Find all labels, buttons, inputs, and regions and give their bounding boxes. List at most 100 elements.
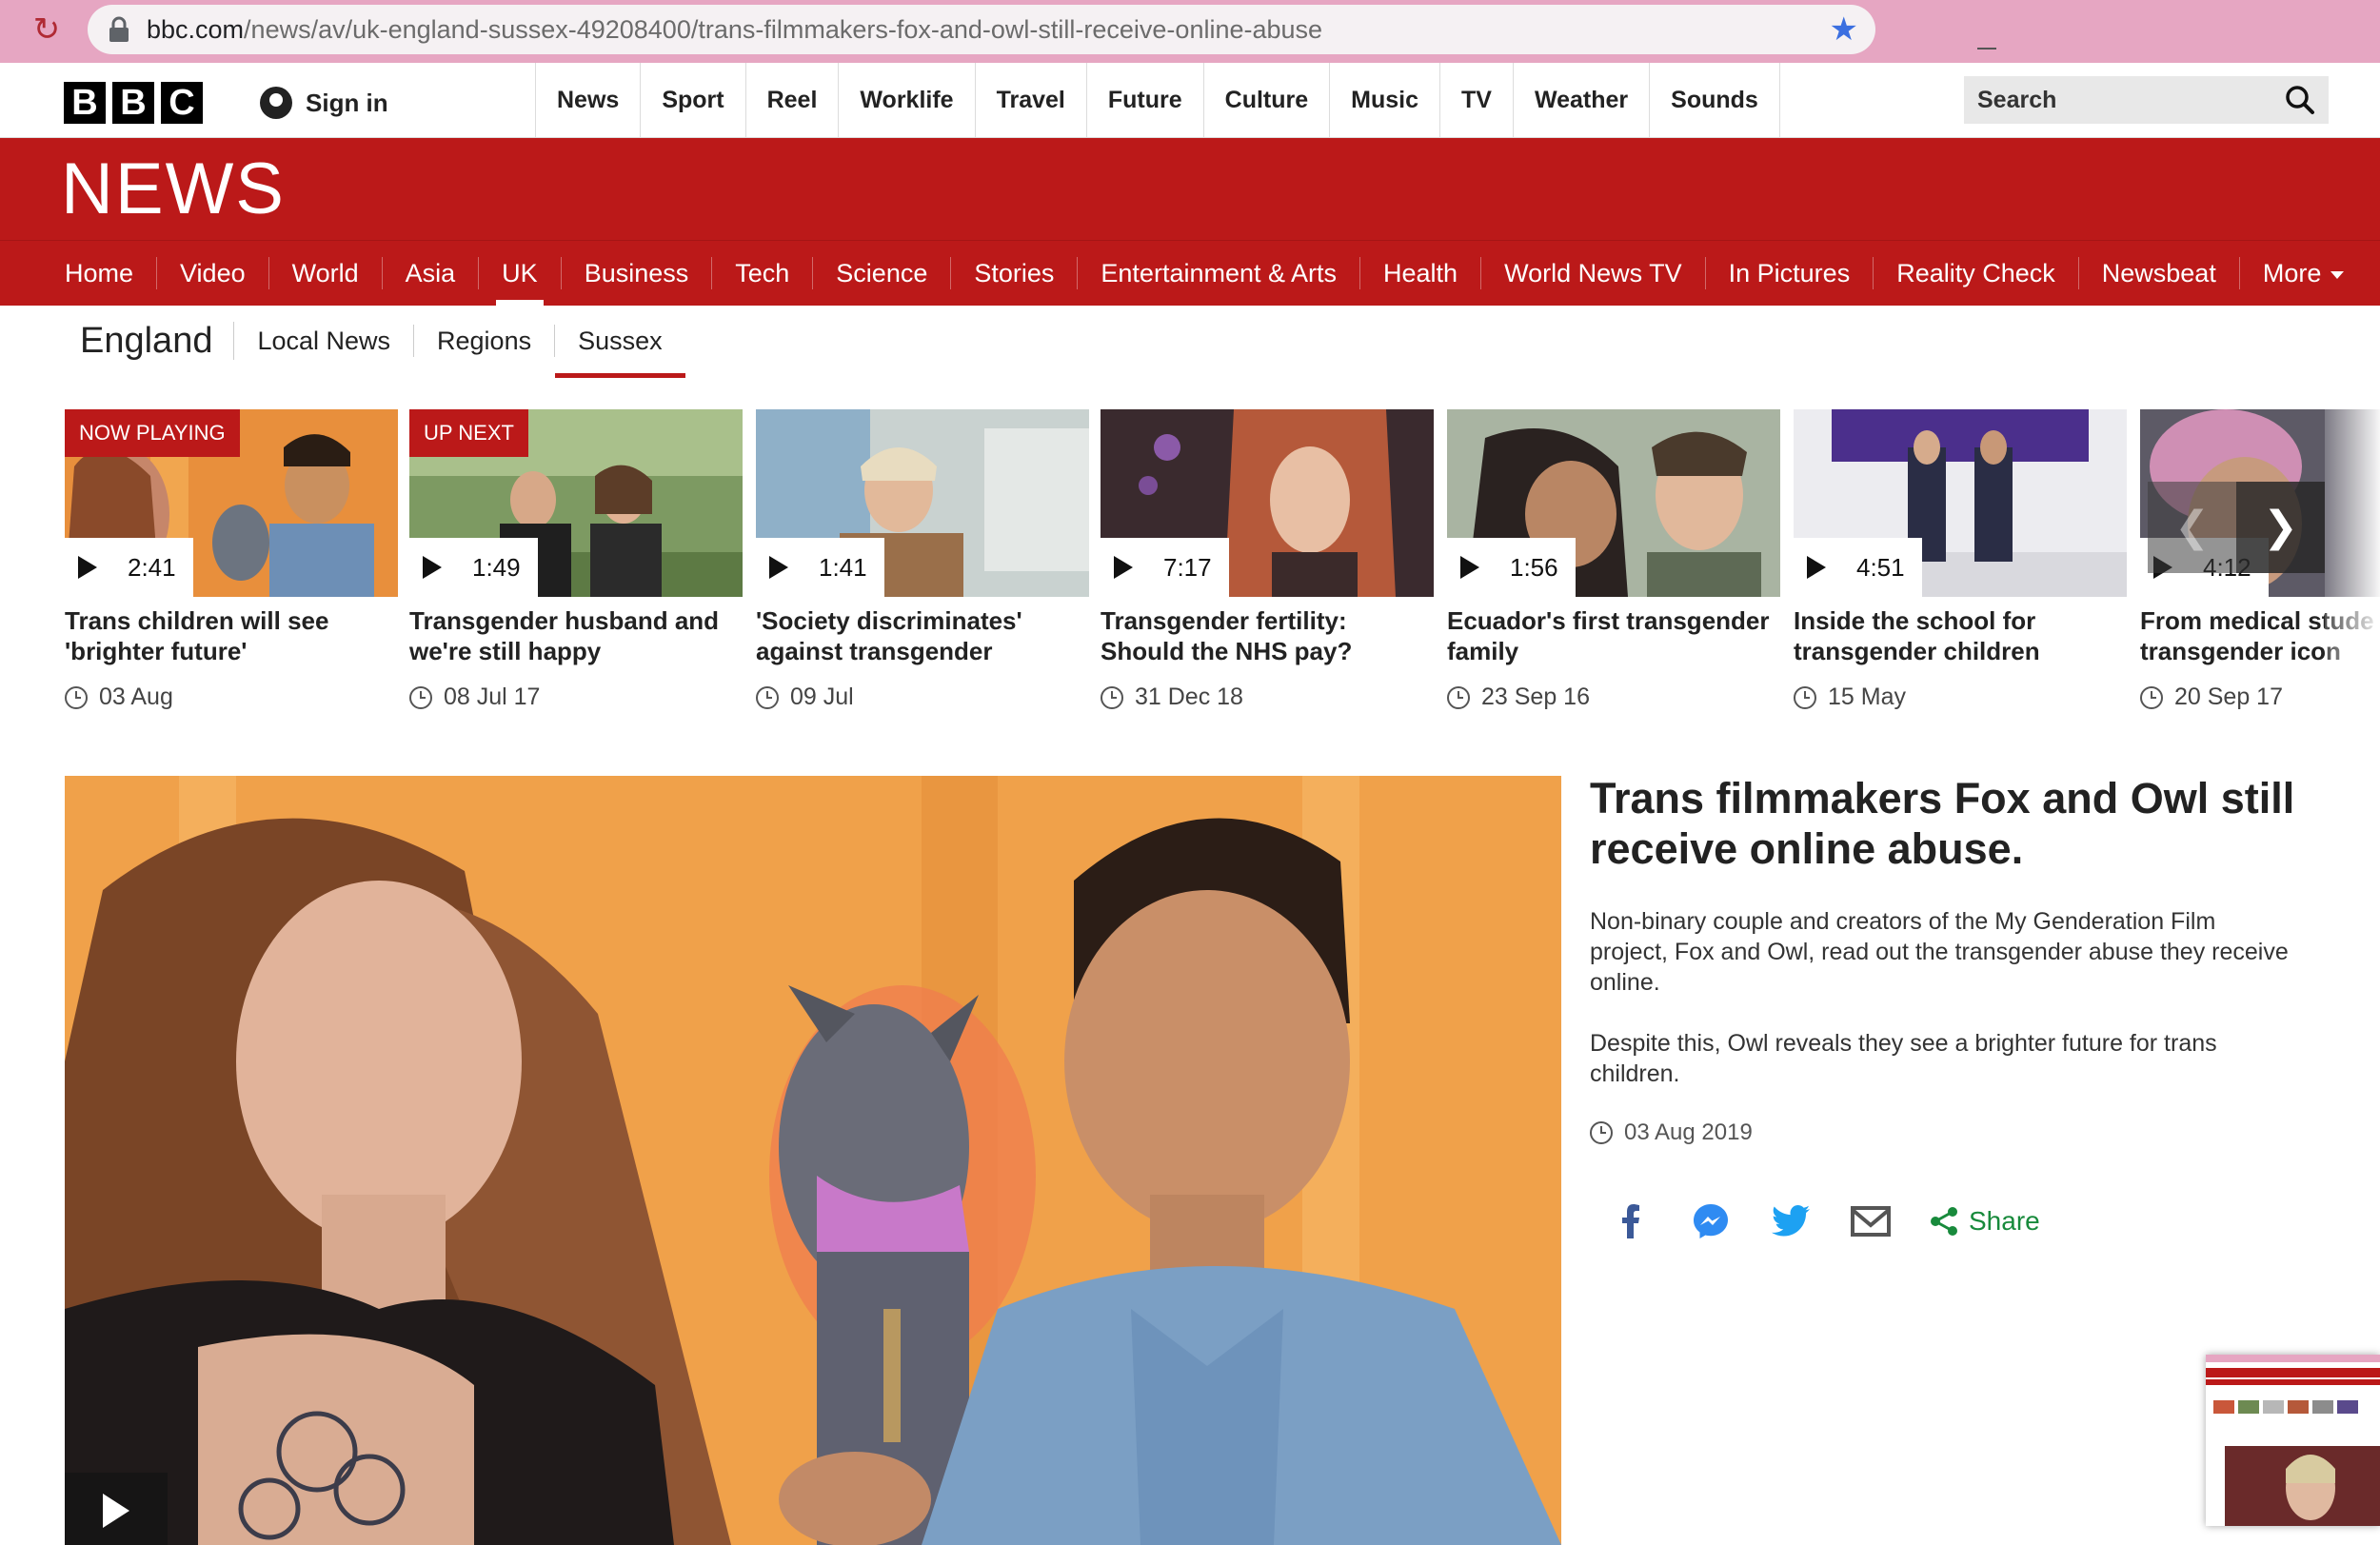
video-date-text: 31 Dec 18 bbox=[1135, 683, 1243, 710]
section-nav-more[interactable]: More bbox=[2240, 257, 2368, 289]
section-nav-business[interactable]: Business bbox=[562, 257, 713, 289]
carousel-prev-button[interactable]: ❮ bbox=[2148, 482, 2236, 573]
share-label: Share bbox=[1969, 1206, 2040, 1236]
sub-nav-sussex[interactable]: Sussex bbox=[555, 325, 685, 378]
global-nav-travel[interactable]: Travel bbox=[976, 63, 1087, 137]
clock-icon bbox=[1101, 685, 1123, 709]
bookmark-star-icon[interactable]: ★ bbox=[1830, 10, 1858, 49]
section-nav-health[interactable]: Health bbox=[1360, 257, 1482, 289]
news-logo[interactable]: NEWS bbox=[61, 151, 286, 228]
video-thumbnail[interactable]: 4:51 bbox=[1794, 409, 2127, 597]
twitter-icon[interactable] bbox=[1769, 1199, 1813, 1243]
browser-toolbar: ↻ bbc.com/news/av/uk-england-sussex-4920… bbox=[0, 0, 2380, 63]
video-date-text: 20 Sep 17 bbox=[2174, 683, 2283, 710]
video-title[interactable]: Ecuador's first transgender family bbox=[1447, 605, 1780, 666]
video-card[interactable]: 7:17 Transgender fertility: Should the N… bbox=[1101, 409, 1434, 714]
video-thumbnail[interactable]: UP NEXT 1:49 bbox=[409, 409, 743, 597]
video-date: 20 Sep 17 bbox=[2140, 683, 2283, 711]
video-date: 09 Jul bbox=[756, 683, 854, 711]
clock-icon bbox=[1794, 685, 1816, 709]
global-nav-tv[interactable]: TV bbox=[1440, 63, 1514, 137]
global-nav-weather[interactable]: Weather bbox=[1514, 63, 1651, 137]
clock-icon bbox=[756, 685, 779, 709]
video-thumbnail[interactable]: 1:56 bbox=[1447, 409, 1780, 597]
global-nav-culture[interactable]: Culture bbox=[1204, 63, 1331, 137]
now-playing-badge: NOW PLAYING bbox=[65, 409, 240, 457]
section-nav-entertainment-arts[interactable]: Entertainment & Arts bbox=[1078, 257, 1361, 289]
article-paragraph: Non-binary couple and creators of the My… bbox=[1590, 908, 2289, 996]
global-nav-worklife[interactable]: Worklife bbox=[839, 63, 976, 137]
video-card[interactable]: 1:56 Ecuador's first transgender family … bbox=[1447, 409, 1780, 714]
clock-icon bbox=[1447, 685, 1470, 709]
video-title[interactable]: Trans children will see 'brighter future… bbox=[65, 605, 398, 666]
section-nav: Home Video World Asia UK Business Tech S… bbox=[0, 240, 2380, 306]
facebook-icon[interactable] bbox=[1609, 1199, 1653, 1243]
reload-icon[interactable]: ↻ bbox=[29, 11, 65, 48]
video-card[interactable]: 4:51 Inside the school for transgender c… bbox=[1794, 409, 2127, 714]
sub-nav-region[interactable]: England bbox=[80, 322, 235, 360]
video-date-text: 23 Sep 16 bbox=[1481, 683, 1590, 710]
video-card[interactable]: 1:41 'Society discriminates' against tra… bbox=[756, 409, 1089, 714]
section-nav-newsbeat[interactable]: Newsbeat bbox=[2079, 257, 2240, 289]
play-icon bbox=[769, 556, 788, 579]
carousel-next-button[interactable]: ❯ bbox=[2236, 482, 2325, 573]
section-nav-in-pictures[interactable]: In Pictures bbox=[1706, 257, 1874, 289]
section-nav-asia[interactable]: Asia bbox=[383, 257, 480, 289]
section-nav-more-label: More bbox=[2262, 259, 2322, 287]
sign-in-link[interactable]: Sign in bbox=[260, 84, 388, 122]
up-next-badge: UP NEXT bbox=[409, 409, 528, 457]
section-nav-science[interactable]: Science bbox=[813, 257, 952, 289]
duration-text: 2:41 bbox=[128, 553, 176, 582]
clock-icon bbox=[2140, 685, 2163, 709]
duration-badge: 1:41 bbox=[756, 538, 884, 597]
share-bar: Share bbox=[1609, 1198, 2040, 1245]
global-nav-future[interactable]: Future bbox=[1087, 63, 1204, 137]
share-button[interactable]: Share bbox=[1929, 1206, 2040, 1237]
video-title[interactable]: Transgender husband and we're still happ… bbox=[409, 605, 743, 666]
section-nav-reality-check[interactable]: Reality Check bbox=[1874, 257, 2079, 289]
global-nav-reel[interactable]: Reel bbox=[746, 63, 840, 137]
video-date: 23 Sep 16 bbox=[1447, 683, 1590, 711]
play-icon bbox=[1460, 556, 1479, 579]
bbc-logo[interactable]: B B C bbox=[64, 82, 203, 124]
sub-nav-local-news[interactable]: Local News bbox=[234, 325, 415, 357]
minimize-icon[interactable] bbox=[1977, 48, 1996, 50]
duration-text: 1:56 bbox=[1510, 553, 1558, 582]
address-bar[interactable]: bbc.com/news/av/uk-england-sussex-492084… bbox=[88, 5, 1875, 54]
video-carousel: NOW PLAYING 2:41 Trans children will see… bbox=[65, 409, 2380, 723]
url-domain: bbc.com bbox=[147, 15, 245, 44]
search-input[interactable]: Search bbox=[1964, 76, 2329, 124]
video-thumbnail[interactable]: 7:17 bbox=[1101, 409, 1434, 597]
email-icon[interactable] bbox=[1849, 1199, 1893, 1243]
video-date-text: 08 Jul 17 bbox=[444, 683, 541, 710]
section-nav-video[interactable]: Video bbox=[157, 257, 269, 289]
sub-nav-regions[interactable]: Regions bbox=[414, 325, 556, 357]
messenger-icon[interactable] bbox=[1689, 1199, 1733, 1243]
search-icon[interactable] bbox=[2285, 85, 2315, 115]
video-title[interactable]: 'Society discriminates' against transgen… bbox=[756, 605, 1089, 666]
video-title[interactable]: Transgender fertility: Should the NHS pa… bbox=[1101, 605, 1434, 666]
global-nav-sounds[interactable]: Sounds bbox=[1650, 63, 1780, 137]
video-card[interactable]: NOW PLAYING 2:41 Trans children will see… bbox=[65, 409, 398, 714]
global-nav-news[interactable]: News bbox=[536, 63, 642, 137]
section-nav-world-news-tv[interactable]: World News TV bbox=[1481, 257, 1706, 289]
section-nav-home[interactable]: Home bbox=[42, 257, 158, 289]
section-nav-world[interactable]: World bbox=[269, 257, 383, 289]
article-date: 03 Aug 2019 bbox=[1590, 1119, 1753, 1146]
video-card[interactable]: UP NEXT 1:49 Transgender husband and we'… bbox=[409, 409, 743, 714]
video-thumbnail[interactable]: 1:41 bbox=[756, 409, 1089, 597]
section-nav-tech[interactable]: Tech bbox=[712, 257, 814, 289]
screenshot-thumbnail-preview[interactable] bbox=[2206, 1355, 2380, 1526]
global-nav-sport[interactable]: Sport bbox=[641, 63, 746, 137]
section-nav-uk[interactable]: UK bbox=[479, 257, 562, 306]
video-date: 15 May bbox=[1794, 683, 1906, 711]
section-nav-stories[interactable]: Stories bbox=[951, 257, 1079, 289]
global-nav-music[interactable]: Music bbox=[1330, 63, 1440, 137]
video-thumbnail[interactable]: NOW PLAYING 2:41 bbox=[65, 409, 398, 597]
play-button[interactable] bbox=[65, 1473, 168, 1545]
video-title[interactable]: Inside the school for transgender childr… bbox=[1794, 605, 2127, 666]
video-player[interactable] bbox=[65, 776, 1561, 1545]
article-date-text: 03 Aug 2019 bbox=[1624, 1119, 1753, 1145]
search-placeholder: Search bbox=[1977, 87, 2057, 113]
video-date-text: 15 May bbox=[1828, 683, 1906, 710]
